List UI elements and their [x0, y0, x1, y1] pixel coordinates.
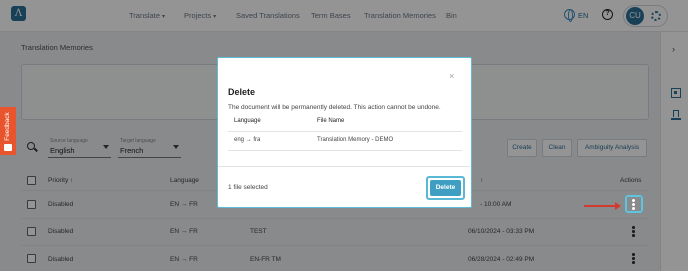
dialog-title: Delete — [228, 87, 256, 97]
feedback-tab[interactable]: Feedback — [0, 107, 16, 155]
divider — [228, 131, 462, 132]
files-selected-count: 1 file selected — [228, 184, 268, 191]
feedback-icon — [4, 144, 12, 151]
dialog-row-language: eng → fra — [234, 137, 261, 143]
delete-button[interactable]: Delete — [430, 180, 461, 196]
delete-button-highlight: Delete — [426, 176, 465, 200]
dialog-row-filename: Translation Memory - DEMO — [317, 137, 394, 143]
more-actions-icon[interactable] — [632, 199, 635, 211]
divider — [218, 166, 470, 167]
col-language: Language — [234, 118, 261, 124]
arrow-right-icon: → — [245, 137, 252, 143]
close-icon[interactable]: × — [449, 71, 454, 81]
delete-dialog: × Delete The document will be permanentl… — [217, 57, 472, 208]
divider — [228, 150, 462, 151]
annotation-arrow — [584, 202, 621, 210]
dialog-message: The document will be permanently deleted… — [228, 104, 441, 111]
col-filename: File Name — [317, 118, 345, 124]
